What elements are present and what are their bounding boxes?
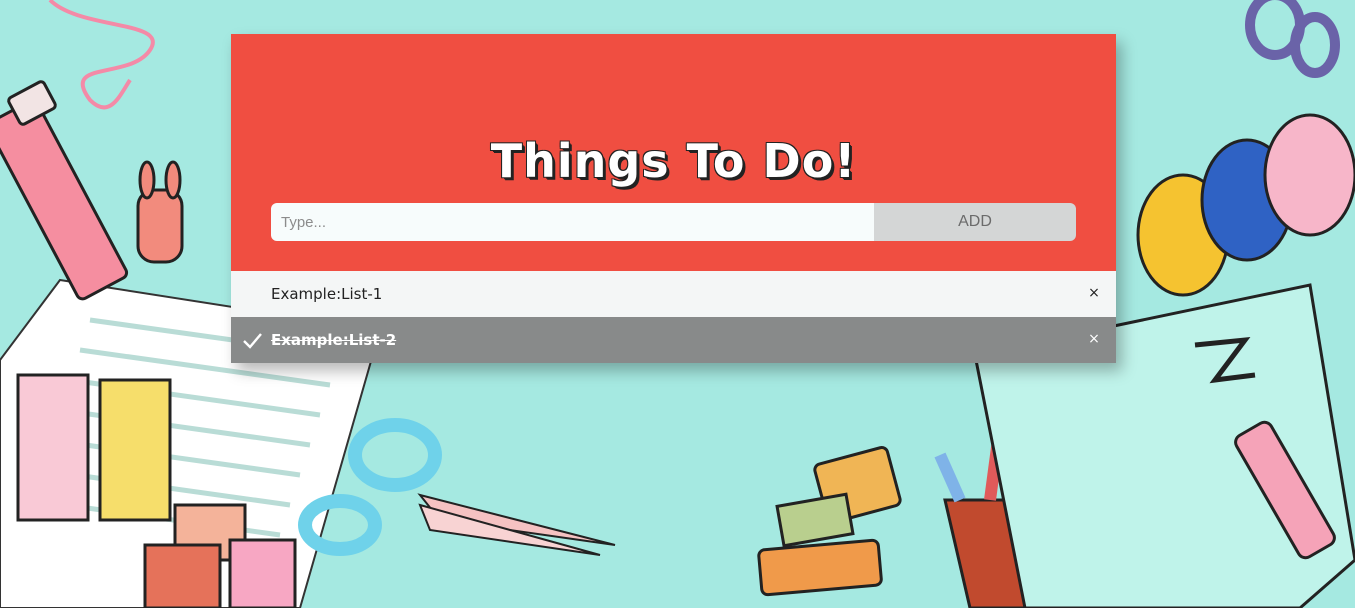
todo-card: Things To Do! ADD Example:List-1 × Examp… <box>231 34 1116 363</box>
purple-scissors-handle-illustration <box>1245 0 1340 78</box>
add-task-form: ADD <box>271 203 1076 241</box>
list-item[interactable]: Example:List-1 × <box>231 271 1116 317</box>
todo-header: Things To Do! ADD <box>231 34 1116 271</box>
bunny-eraser-illustration <box>136 160 184 264</box>
glue-stick-illustration <box>0 80 129 301</box>
scissors-illustration <box>298 418 616 556</box>
check-icon <box>243 333 262 349</box>
ribbon-squiggle <box>48 0 155 110</box>
todo-list: Example:List-1 × Example:List-2 × <box>231 271 1116 363</box>
paint-tubes-illustration <box>757 446 902 597</box>
close-icon[interactable]: × <box>1086 285 1102 301</box>
list-item[interactable]: Example:List-2 × <box>231 317 1116 363</box>
page-title: Things To Do! <box>490 134 857 188</box>
list-item-label: Example:List-1 <box>271 285 383 303</box>
list-item-label: Example:List-2 <box>271 331 397 349</box>
task-input[interactable] <box>271 203 874 241</box>
add-button[interactable]: ADD <box>874 203 1076 241</box>
close-icon[interactable]: × <box>1086 331 1102 347</box>
paint-jars-illustration <box>1136 113 1355 297</box>
